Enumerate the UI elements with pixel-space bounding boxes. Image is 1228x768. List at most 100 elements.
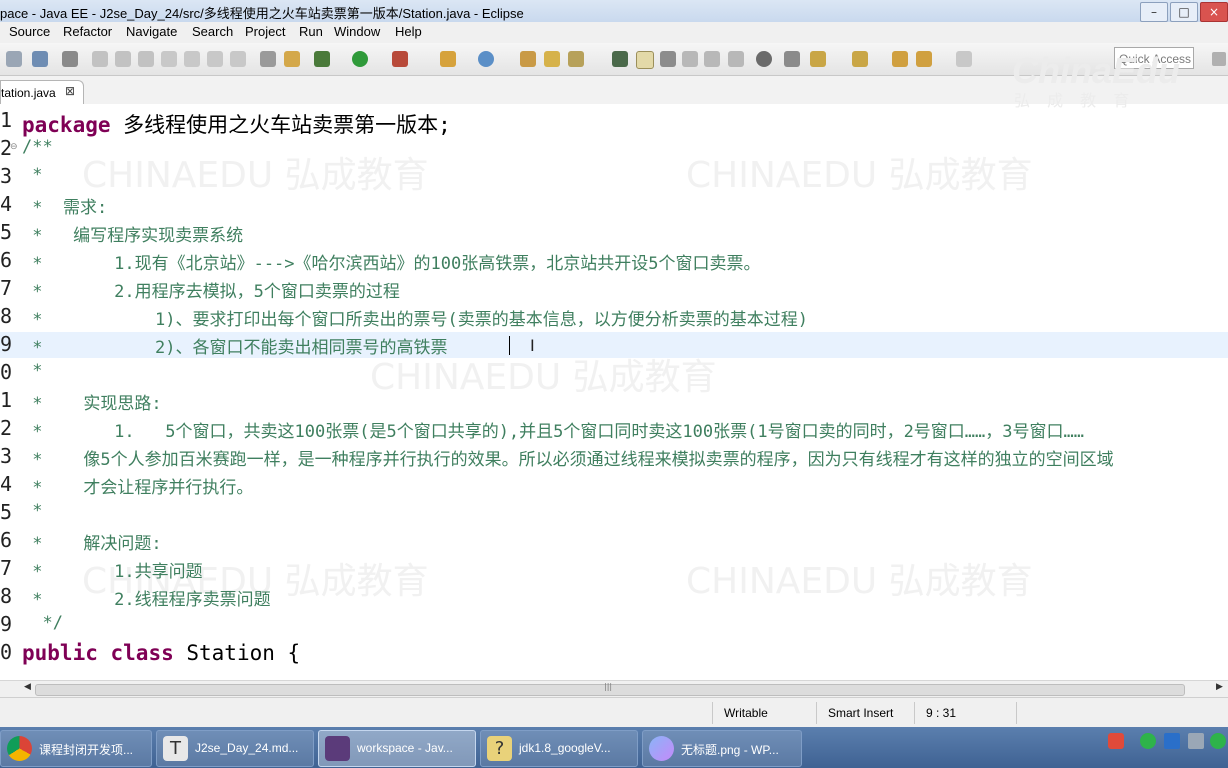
menu-source[interactable]: Source [9,24,50,39]
code-comment: * [22,501,43,521]
new-class-icon[interactable] [478,51,494,67]
run-icon[interactable] [352,51,368,67]
taskbar-item-chrome[interactable]: 课程封闭开发项... [0,730,152,767]
chrome-icon [7,736,32,761]
code-keyword: class [110,641,174,665]
open-folder-icon[interactable] [544,51,560,67]
menu-run[interactable]: Run [299,24,323,39]
minimize-button[interactable]: – [1140,2,1168,22]
line-number: 1 [0,388,13,412]
suspend-icon[interactable] [115,51,131,67]
step-over-icon[interactable] [184,51,200,67]
menu-help[interactable]: Help [395,24,422,39]
sogou-ime-icon[interactable] [1108,733,1124,749]
toggle-mark-occurrences-icon[interactable] [636,51,654,69]
line-number: 2 [0,416,13,440]
code-comment: * 2.线程程序卖票问题 [22,590,271,610]
pin-icon[interactable] [62,51,78,67]
shield-icon[interactable] [1164,733,1180,749]
save-icon[interactable] [32,51,48,67]
status-cursor-position: 9 : 31 [926,706,957,720]
taskbar: 课程封闭开发项... T J2se_Day_24.md... workspace… [0,727,1228,768]
menu-project[interactable]: Project [245,24,285,39]
eclipse-icon [325,736,350,761]
code-comment: * 实现思路: [22,394,162,414]
menu-refactor[interactable]: Refactor [63,24,112,39]
code-comment: * 解决问题: [22,534,162,554]
use-step-filters-icon[interactable] [260,51,276,67]
editor-tab-label: tation.java [1,86,56,100]
close-window-button[interactable]: × [1200,2,1228,22]
resume-icon[interactable] [92,51,108,67]
next-annotation-icon[interactable] [810,51,826,67]
code-line: * 2.线程程序卖票问题 [22,585,271,610]
volume-icon[interactable] [1188,733,1204,749]
external-tools-icon[interactable] [392,51,408,67]
code-line: * 2.用程序去模拟，5个窗口卖票的过程 [22,277,400,302]
taskbar-item-jdk-help[interactable]: ? jdk1.8_googleV... [480,730,638,767]
fold-toggle-icon[interactable]: ⊖ [10,142,18,152]
scroll-right-icon[interactable]: ▶ [1216,682,1223,692]
forward-icon[interactable] [956,51,972,67]
line-number: 0 [0,360,13,384]
drop-frame-icon[interactable] [230,51,246,67]
taskbar-item-typora[interactable]: T J2se_Day_24.md... [156,730,314,767]
status-separator [712,702,713,724]
menu-search[interactable]: Search [192,24,233,39]
horizontal-scrollbar[interactable]: ◀ ||| ▶ [0,680,1228,697]
menu-navigate[interactable]: Navigate [126,24,177,39]
taskbar-item-wps-image[interactable]: 无标题.png - WP... [642,730,802,767]
taskbar-item-label: jdk1.8_googleV... [519,741,611,755]
new-java-project-icon[interactable] [440,51,456,67]
code-text: 多线程使用之火车站卖票第一版本; [110,113,451,137]
skip-breakpoints-icon[interactable] [284,51,300,67]
code-comment: * [22,165,43,185]
word-wrap-icon[interactable] [704,51,720,67]
menu-bar: Source Refactor Navigate Search Project … [0,22,1228,43]
status-insert-mode: Smart Insert [828,706,894,720]
perspective-icon[interactable] [1212,52,1226,66]
window-title: pace - Java EE - J2se_Day_24/src/多线程使用之火… [0,6,524,21]
security-icon[interactable] [1140,733,1156,749]
last-edit-icon[interactable] [892,51,908,67]
globe-icon[interactable] [756,51,772,67]
step-into-icon[interactable] [161,51,177,67]
close-icon[interactable]: ⊠ [65,84,75,98]
taskbar-item-label: J2se_Day_24.md... [195,741,299,755]
code-comment: * [22,361,43,381]
taskbar-item-label: workspace - Jav... [357,741,453,755]
code-line: * 1.现有《北京站》--->《哈尔滨西站》的100张高铁票，北京站共开设5个窗… [22,249,760,274]
status-writable: Writable [724,706,768,720]
wechat-icon[interactable] [1210,733,1226,749]
code-comment: * 1. 5个窗口，共卖这100张票(是5个窗口共享的),并且5个窗口同时卖这1… [22,422,1084,442]
search-replace-icon[interactable] [784,51,800,67]
line-number: 8 [0,584,13,608]
code-text: Station { [173,641,301,665]
editor-tab-station[interactable]: tation.java ⊠ [0,80,84,105]
show-whitespace-icon[interactable] [682,51,698,67]
previous-annotation-icon[interactable] [852,51,868,67]
annotation-icon[interactable] [612,51,628,67]
maximize-button[interactable]: □ [1170,2,1198,22]
new-icon[interactable] [6,51,22,67]
debug-icon[interactable] [314,51,330,67]
code-line: * 解决问题: [22,529,162,554]
taskbar-item-label: 无标题.png - WP... [681,743,779,757]
step-return-icon[interactable] [207,51,223,67]
scroll-left-icon[interactable]: ◀ [24,682,31,692]
back-icon[interactable] [916,51,932,67]
line-number: 9 [0,612,13,636]
code-editor[interactable]: CHINAEDU 弘成教育 CHINAEDU 弘成教育 CHINAEDU 弘成教… [0,104,1228,680]
taskbar-item-label: 课程封闭开发项... [39,743,134,757]
terminate-icon[interactable] [138,51,154,67]
taskbar-item-eclipse[interactable]: workspace - Jav... [318,730,476,767]
code-line: * [22,361,42,381]
paragraph-icon[interactable] [728,51,744,67]
watermark-text: CHINAEDU 弘成教育 [686,561,1033,602]
ibeam-cursor-icon: I [530,336,535,355]
menu-window[interactable]: Window [334,24,380,39]
search-icon[interactable] [568,51,584,67]
open-type-icon[interactable] [520,51,536,67]
toggle-block-selection-icon[interactable] [660,51,676,67]
code-line: * 实现思路: [22,389,162,414]
